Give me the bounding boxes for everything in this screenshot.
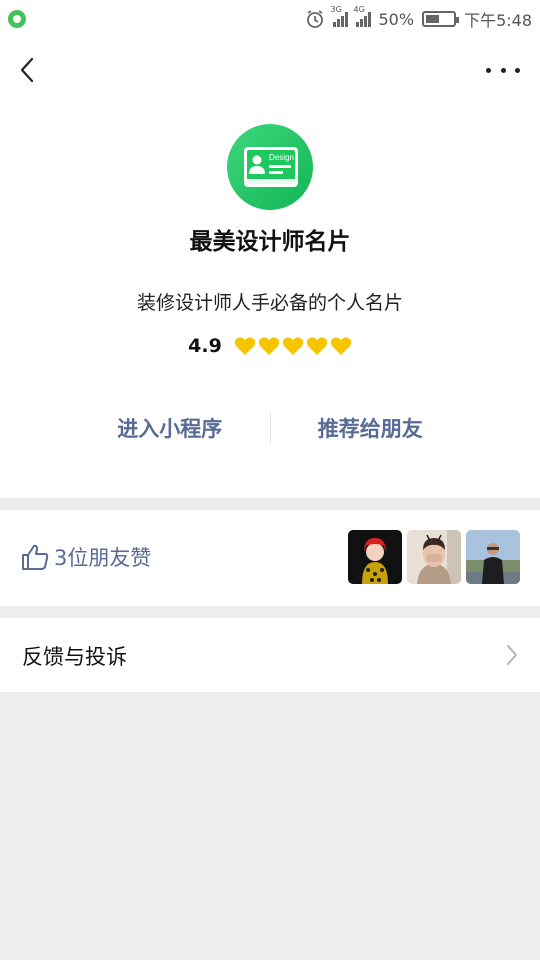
logo-text: Design <box>269 153 294 162</box>
mini-program-profile: Design 最美设计师名片 装修设计师人手必备的个人名片 4.9 进入小程序 … <box>0 102 540 498</box>
feedback-label: 反馈与投诉 <box>22 645 127 669</box>
alarm-icon <box>306 10 323 28</box>
thumbs-up-icon <box>22 544 49 570</box>
feedback-row[interactable]: 反馈与投诉 <box>0 618 540 692</box>
rating: 4.9 <box>0 335 540 357</box>
recommend-to-friend-button[interactable]: 推荐给朋友 <box>271 413 471 443</box>
more-options-button[interactable] <box>486 56 520 84</box>
heart-icon <box>306 336 328 356</box>
friends-likes-section[interactable]: 3位朋友赞 <box>0 510 540 606</box>
rating-score: 4.9 <box>188 335 222 357</box>
status-bar: 3G 4G 50% 下午5:48 <box>0 0 540 38</box>
friend-avatars <box>348 530 520 584</box>
app-name: 最美设计师名片 <box>189 229 351 255</box>
app-description: 装修设计师人手必备的个人名片 <box>136 292 403 314</box>
avatar[interactable] <box>407 530 461 584</box>
avatar[interactable] <box>348 530 402 584</box>
enter-mini-program-button[interactable]: 进入小程序 <box>70 413 270 443</box>
status-time: 下午5:48 <box>464 11 532 30</box>
top-nav <box>0 38 540 102</box>
more-dot-icon <box>486 67 491 73</box>
battery-icon <box>422 11 460 27</box>
action-bar: 进入小程序 推荐给朋友 <box>70 410 470 446</box>
app-logo: Design <box>227 124 313 210</box>
signal-3g-icon: 3G <box>331 5 348 27</box>
signal-4g-icon: 4G <box>354 5 371 27</box>
likes-count-text: 3位朋友赞 <box>54 546 152 570</box>
back-button[interactable] <box>12 54 42 86</box>
battery-fill <box>426 15 440 23</box>
rating-hearts <box>234 336 352 356</box>
network-type-4g: 4G <box>353 5 365 14</box>
avatar[interactable] <box>466 530 520 584</box>
chevron-left-icon <box>20 57 34 83</box>
network-type-3g: 3G <box>330 5 342 14</box>
heart-icon <box>330 336 352 356</box>
heart-icon <box>282 336 304 356</box>
wechat-notification-icon <box>8 10 26 28</box>
likes-summary: 3位朋友赞 <box>20 542 151 572</box>
heart-icon <box>258 336 280 356</box>
more-dot-icon <box>500 67 506 73</box>
chevron-right-icon <box>507 645 517 665</box>
business-card-icon: Design <box>244 147 298 187</box>
battery-percent: 50% <box>378 9 415 29</box>
heart-icon <box>234 336 256 356</box>
more-dot-icon <box>515 67 520 73</box>
